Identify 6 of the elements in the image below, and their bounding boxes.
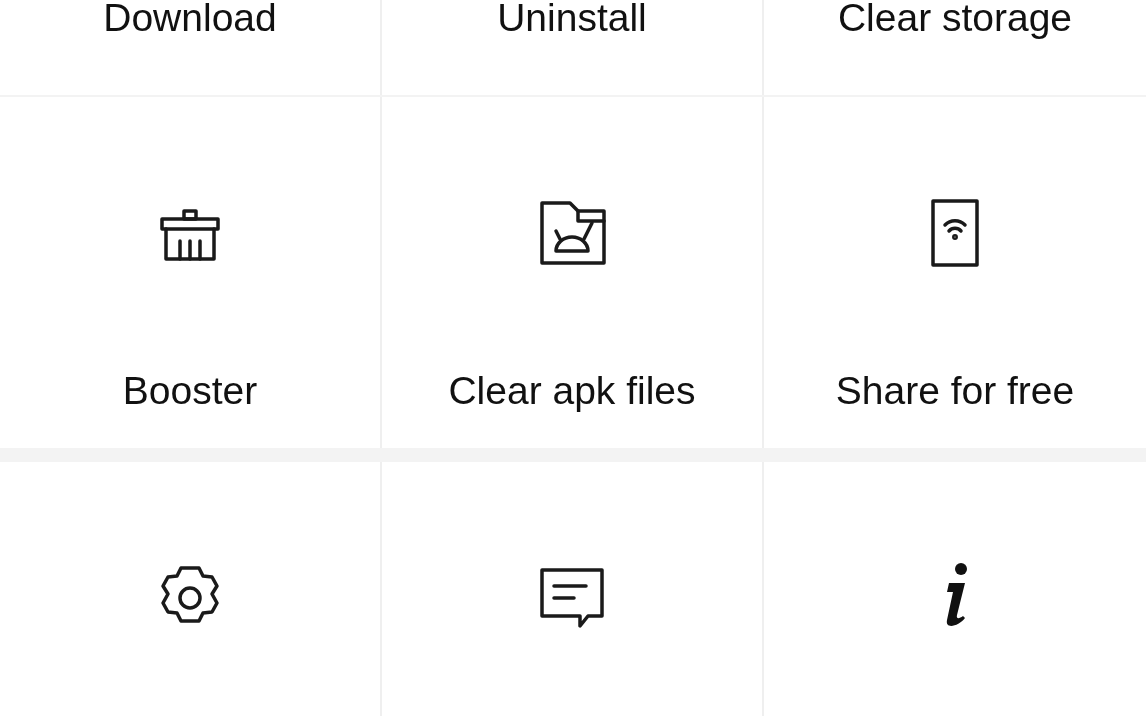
tool-label[interactable]: Share for free: [835, 369, 1075, 413]
tool-label[interactable]: Clear apk files: [448, 369, 696, 413]
tool-label[interactable]: Clear storage: [837, 0, 1073, 40]
tool-label[interactable]: Download: [103, 0, 277, 40]
tool-label[interactable]: Uninstall: [497, 0, 647, 40]
tool-label[interactable]: Booster: [122, 369, 258, 413]
